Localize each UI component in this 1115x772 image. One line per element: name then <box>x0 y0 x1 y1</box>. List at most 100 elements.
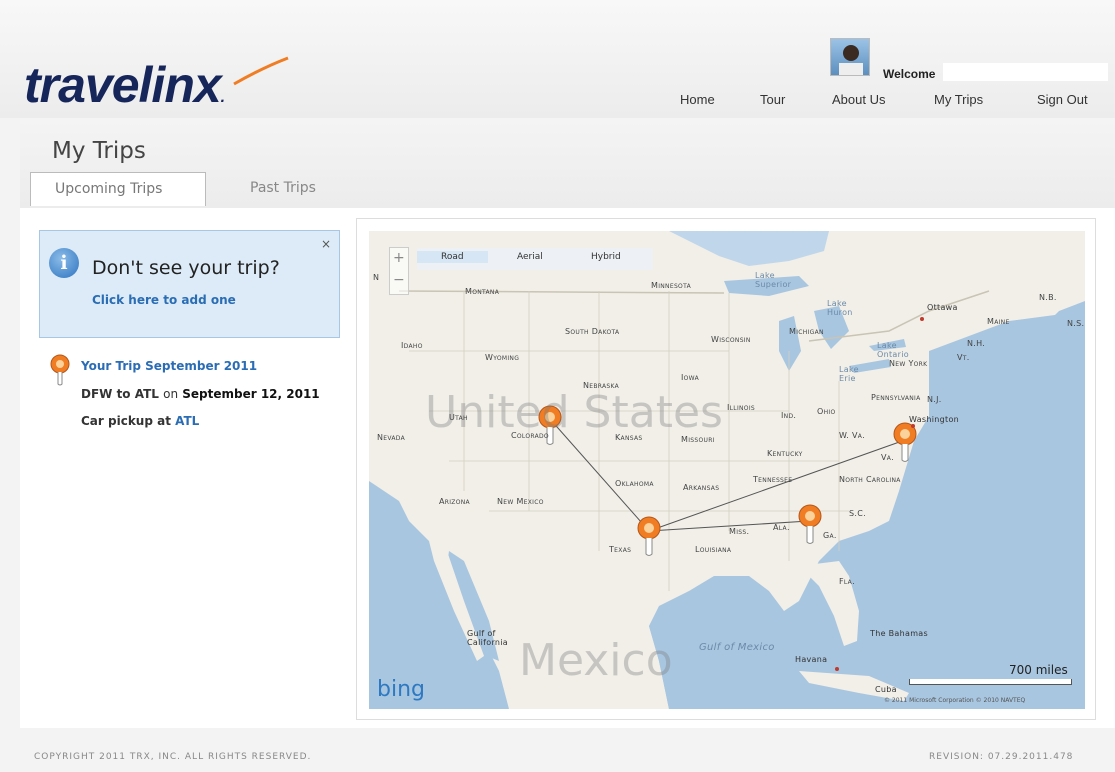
user-avatar-icon <box>839 45 863 75</box>
map-label-state: Kansas <box>615 433 643 442</box>
map-label-state: N.H. <box>967 339 986 348</box>
map-label-state: Vt. <box>957 353 970 362</box>
trip-route: DFW to ATL on September 12, 2011 <box>81 387 320 401</box>
map-label-state: North Carolina <box>839 475 901 484</box>
travelinx-logo[interactable]: travelinx. <box>24 56 226 114</box>
map-label-state: Wyoming <box>485 353 520 362</box>
logo-swoosh-icon <box>233 56 289 86</box>
logo-dot: . <box>220 89 226 106</box>
map-label-mexico: Mexico <box>519 635 673 686</box>
map-label-state: Pennsylvania <box>871 393 921 402</box>
map-label-state: Kentucky <box>767 449 803 458</box>
map-label-state: Tennessee <box>753 475 793 484</box>
map-label-state: Texas <box>609 545 632 554</box>
logo-x: x <box>193 57 222 113</box>
map-label-state: Colorado <box>511 431 549 440</box>
map-label-state: New York <box>889 359 928 368</box>
map-scale-label: 700 miles <box>1009 663 1068 677</box>
trip-car-prefix: Car pickup at <box>81 414 171 428</box>
map-label-lake: Lake Ontario <box>877 341 909 359</box>
map-label-havana: Havana <box>795 655 828 664</box>
bing-logo: bing <box>377 677 425 702</box>
map-label-lake: Lake Erie <box>839 365 859 383</box>
map-label-state: Nevada <box>377 433 406 442</box>
map-label-state: Maine <box>987 317 1010 326</box>
map-label-cuba: Cuba <box>875 685 897 694</box>
map-label-state: Arkansas <box>683 483 720 492</box>
map-label-state: Iowa <box>681 373 699 382</box>
footer-copyright: COPYRIGHT 2011 TRX, INC. ALL RIGHTS RESE… <box>34 752 312 762</box>
nav-my-trips[interactable]: My Trips <box>934 92 983 107</box>
tab-upcoming-trips[interactable]: Upcoming Trips <box>30 172 206 206</box>
site-header: travelinx. Welcome Home Tour About Us My… <box>0 0 1115 118</box>
map-label-state: Montana <box>465 287 500 296</box>
map-label-gulf: Gulf of Mexico <box>699 642 775 653</box>
map-label-ottawa: Ottawa <box>927 303 958 312</box>
map-label-state: Idaho <box>401 341 423 350</box>
trip-route-on: on <box>163 387 179 401</box>
zoom-in-button[interactable]: + <box>393 250 405 266</box>
trip-route-date: September 12, 2011 <box>182 387 320 401</box>
trip-pin-icon[interactable] <box>48 354 72 386</box>
map-copyright: © 2011 Microsoft Corporation © 2010 NAVT… <box>884 697 1026 704</box>
map-label-lake: Lake Superior <box>755 271 792 289</box>
trip-car-location-link[interactable]: ATL <box>175 414 199 428</box>
map-label-us: United States <box>425 387 723 438</box>
map-label-state: Ala. <box>773 523 790 532</box>
map-tab-hybrid[interactable]: Hybrid <box>591 252 621 262</box>
map-label-state: Utah <box>449 413 468 422</box>
map-label-state: Ohio <box>817 407 836 416</box>
trip-title-link[interactable]: Your Trip September 2011 <box>81 359 257 373</box>
map-label-state: Illinois <box>727 403 756 412</box>
map-label-gulf-ca: Gulf of California <box>467 629 508 647</box>
map-label-state: S.C. <box>849 509 866 518</box>
map-label-lake: Lake Huron <box>827 299 853 317</box>
map-label-state: N.S. <box>1067 319 1085 328</box>
map-label-washington: Washington <box>909 415 960 424</box>
map-label-state: Wisconsin <box>711 335 751 344</box>
map-label-state: South Dakota <box>565 327 620 336</box>
map-label-state: Miss. <box>729 527 750 536</box>
notice-title: Don't see your trip? <box>92 257 280 279</box>
map-label-state: Va. <box>881 453 895 462</box>
map-label-state: Oklahoma <box>615 479 654 488</box>
map-label-state: Arizona <box>439 497 470 506</box>
map-label-state: Ind. <box>781 411 797 420</box>
map-label-state: Ga. <box>823 531 837 540</box>
add-trip-link[interactable]: Click here to add one <box>92 293 236 307</box>
info-icon: i <box>49 248 79 278</box>
map-label-state: N <box>373 273 380 282</box>
map-label-state: W. Va. <box>839 431 865 440</box>
map-label-state: Michigan <box>789 327 824 336</box>
trip-route-prefix: DFW to ATL <box>81 387 159 401</box>
page-title: My Trips <box>52 138 146 164</box>
trip-car: Car pickup at ATL <box>81 414 199 428</box>
map-label-state: New Mexico <box>497 497 544 506</box>
map-view-tabs: Road Aerial Hybrid <box>417 248 653 270</box>
zoom-control: + − <box>389 247 409 295</box>
footer-revision: REVISION: 07.29.2011.478 <box>929 752 1074 762</box>
map-tab-road[interactable]: Road <box>417 251 488 263</box>
map-label-state: N.B. <box>1039 293 1057 302</box>
map-label-state: Fla. <box>839 577 855 586</box>
map-label-state: Louisiana <box>695 545 732 554</box>
map-tab-aerial[interactable]: Aerial <box>517 252 543 262</box>
tab-past-trips[interactable]: Past Trips <box>226 172 340 206</box>
map-label-state: N.J. <box>927 395 942 404</box>
close-icon[interactable]: × <box>321 237 331 251</box>
nav-about-us[interactable]: About Us <box>832 92 885 107</box>
logo-text: travelin <box>24 57 195 113</box>
map-label-bahamas: The Bahamas <box>870 629 928 638</box>
map-label-state: Minnesota <box>651 281 691 290</box>
add-trip-notice: i Don't see your trip? Click here to add… <box>39 230 340 338</box>
nav-sign-out[interactable]: Sign Out <box>1037 92 1088 107</box>
map-label-state: Nebraska <box>583 381 620 390</box>
nav-home[interactable]: Home <box>680 92 715 107</box>
user-avatar[interactable] <box>830 38 870 76</box>
nav-tour[interactable]: Tour <box>760 92 785 107</box>
welcome-label: Welcome <box>883 67 936 81</box>
welcome-username <box>943 63 1108 81</box>
map-scale-bar <box>909 679 1072 685</box>
trip-map[interactable]: United States Mexico Gulf of Mexico Gulf… <box>369 231 1085 709</box>
zoom-out-button[interactable]: − <box>393 272 405 288</box>
